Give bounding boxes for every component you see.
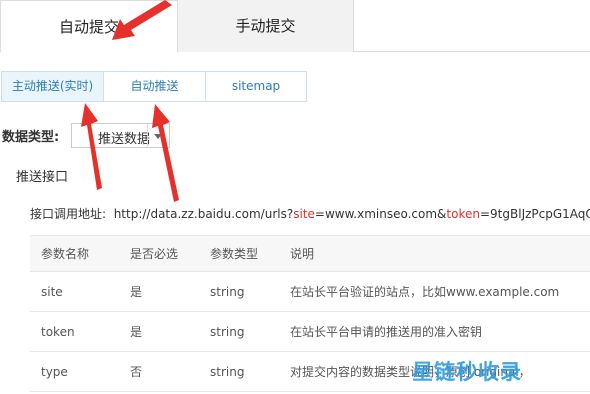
section-title: 推送接口 <box>16 170 69 185</box>
api-label: 接口调用地址: <box>30 207 107 221</box>
subtab-active-push[interactable]: 主动推送(实时) <box>1 71 104 102</box>
api-url-part: =9tgBlJzPcpG1AqQp <box>479 207 590 221</box>
subtab-auto-push[interactable]: 自动推送 <box>103 71 206 102</box>
watermark: 星链秒收录 <box>412 360 522 384</box>
api-url-part: http://data.zz.baidu.com/urls? <box>113 207 294 221</box>
header-required: 是否必选 <box>130 235 210 272</box>
tab-auto-submit[interactable]: 自动提交 <box>0 0 178 53</box>
cell-description: 在站长平台验证的站点，比如www.example.com <box>290 271 590 312</box>
tab-manual-submit[interactable]: 手动提交 <box>178 0 354 52</box>
api-param-site: site <box>293 207 315 221</box>
cell-required: 是 <box>130 271 210 312</box>
cell-param-type: string <box>210 311 290 352</box>
header-param-name: 参数名称 <box>30 235 130 272</box>
cell-param-name: type <box>30 351 130 392</box>
subtab-sitemap[interactable]: sitemap <box>205 71 307 102</box>
table-row: site 是 string 在站长平台验证的站点，比如www.example.c… <box>30 271 590 312</box>
header-description: 说明 <box>290 235 590 272</box>
arrow-annotation-icon <box>152 104 179 202</box>
table-row: token 是 string 在站长平台申请的推送用的准入密钥 <box>30 311 590 352</box>
table-header-row: 参数名称 是否必选 参数类型 说明 <box>30 235 590 272</box>
cell-param-name: token <box>30 311 130 352</box>
api-endpoint: 接口调用地址: http://data.zz.baidu.com/urls?si… <box>30 205 590 222</box>
data-type-value: 推送数据 <box>98 132 151 147</box>
header-param-type: 参数类型 <box>210 235 290 272</box>
cell-param-type: string <box>210 351 290 392</box>
api-url-part: =www.xminseo.com& <box>314 207 447 221</box>
cell-param-name: site <box>30 271 130 312</box>
cell-required: 否 <box>130 351 210 392</box>
cell-required: 是 <box>130 311 210 352</box>
cell-param-type: string <box>210 271 290 312</box>
dropdown-toggle[interactable] <box>147 124 169 147</box>
chevron-down-icon <box>154 134 162 139</box>
data-type-label: 数据类型: <box>2 130 60 145</box>
data-type-select[interactable]: 推送数据 <box>71 123 170 148</box>
page: 自动提交 手动提交 主动推送(实时) 自动推送 sitemap 数据类型: 推送… <box>0 0 590 394</box>
cell-description: 在站长平台申请的推送用的准入密钥 <box>290 311 590 352</box>
main-tab-bar: 自动提交 手动提交 <box>0 0 590 53</box>
api-param-token: token <box>446 207 480 221</box>
